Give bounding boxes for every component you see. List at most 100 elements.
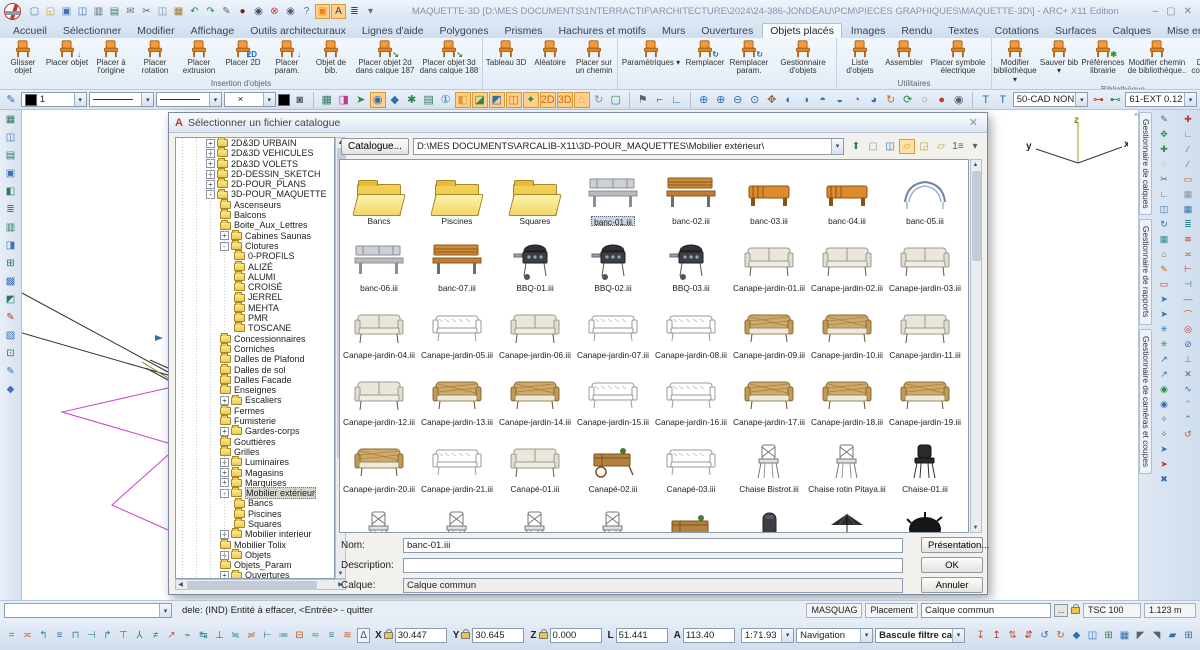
redo-icon[interactable]: ↷ xyxy=(203,4,218,19)
tab-modifier[interactable]: Modifier xyxy=(130,24,181,38)
tree-item-cabines-saunas[interactable]: +Cabines Saunas xyxy=(176,231,334,241)
angle-icon[interactable]: ∟ xyxy=(669,92,685,108)
tableau-3d-button[interactable]: Tableau 3D xyxy=(484,39,528,68)
view-2d-icon[interactable]: 2D xyxy=(540,92,556,108)
highlight-icon[interactable]: ▣ xyxy=(315,4,330,19)
snap-box-icon[interactable]: ⊓ xyxy=(68,627,83,643)
tab-murs[interactable]: Murs xyxy=(655,24,692,38)
catalogue-item-canape-jardin-15-iii[interactable]: Canape-jardin-15.iii xyxy=(574,361,652,428)
cam2-icon[interactable]: ➤ xyxy=(1155,457,1173,471)
fill-color-swatch[interactable] xyxy=(278,94,290,106)
curve-icon[interactable]: ∿ xyxy=(1179,382,1197,396)
snap-list-icon[interactable]: ≡ xyxy=(52,627,67,643)
layer2-icon[interactable]: ◪ xyxy=(472,92,488,108)
catalogue-item-canape-jardin-20-iii[interactable]: Canape-jardin-20.iii xyxy=(340,428,418,495)
text-style-icon[interactable]: T xyxy=(978,92,994,108)
catalogue-item-bancs[interactable]: Bancs xyxy=(340,160,418,227)
catalogue-item-banc-04-iii[interactable]: banc-04.iii xyxy=(808,160,886,227)
snap-icon[interactable]: ✱ xyxy=(404,92,420,108)
nom-input[interactable]: banc-01.iii xyxy=(403,538,903,553)
catalogue-item-banc-07-iii[interactable]: banc-07.iii xyxy=(418,227,496,294)
circle2-icon[interactable]: ◎ xyxy=(1179,322,1197,336)
snap-arrow-icon[interactable]: ↗ xyxy=(164,627,179,643)
corner1-icon[interactable]: ◤ xyxy=(1133,627,1148,643)
angle2-icon[interactable]: ∟ xyxy=(1179,127,1197,141)
view-front-icon[interactable]: ◒ xyxy=(832,92,848,108)
page-icon[interactable]: ▢ xyxy=(608,92,624,108)
snap-left-icon[interactable]: ⊣ xyxy=(84,627,99,643)
tree-item-dalles-facade[interactable]: Dalles Facade xyxy=(176,375,334,385)
catalogue-item-canape-jardin-01-iii[interactable]: Canape-jardin-01.iii xyxy=(730,227,808,294)
tree-item-boite-aux-lettres[interactable]: Boite_Aux_Lettres xyxy=(176,220,334,230)
snap-sim1-icon[interactable]: ≒ xyxy=(228,627,243,643)
cam3-icon[interactable]: ✖ xyxy=(1155,472,1173,486)
rect-icon[interactable]: ▭ xyxy=(1179,172,1197,186)
line-ending-select[interactable]: ×▾ xyxy=(224,92,276,107)
tree-item-objets-param[interactable]: Objets_Param xyxy=(176,560,334,570)
aleatoire-button[interactable]: Aléatoire xyxy=(528,39,572,68)
folder-view-icon[interactable]: ▱ xyxy=(899,139,915,154)
view-left-icon[interactable]: ◐ xyxy=(781,92,797,108)
catalogue-item[interactable] xyxy=(652,495,730,533)
tree-item-mehta[interactable]: MEHTA xyxy=(176,303,334,313)
tree-item-ascenseurs[interactable]: Ascenseurs xyxy=(176,200,334,210)
view-orbit-icon[interactable]: ↻ xyxy=(883,92,899,108)
star-icon[interactable]: ✦ xyxy=(523,92,539,108)
fly2-icon[interactable]: ↗ xyxy=(1155,367,1173,381)
panes-icon[interactable]: ⊞ xyxy=(1181,627,1196,643)
catalogue-item-canape-jardin-02-iii[interactable]: Canape-jardin-02.iii xyxy=(808,227,886,294)
catalogue-item[interactable] xyxy=(340,495,418,533)
snap-waves-icon[interactable]: ≋ xyxy=(340,627,355,643)
table-icon[interactable]: ▤ xyxy=(421,92,437,108)
fence-icon[interactable]: ≣ xyxy=(1179,217,1197,231)
dialog-close-icon[interactable]: ✕ xyxy=(966,116,981,129)
thumbnails-scrollbar[interactable]: ▲ ▼ xyxy=(970,159,982,533)
catalogue-item-canape-jardin-13-iii[interactable]: Canape-jardin-13.iii xyxy=(418,361,496,428)
globe1-icon[interactable]: ◉ xyxy=(1155,382,1173,396)
cursor-icon[interactable]: ➤ xyxy=(353,92,369,108)
cancel-icon[interactable]: ⊗ xyxy=(267,4,282,19)
tree-item-magasins[interactable]: +Magasins xyxy=(176,468,334,478)
copy-icon[interactable]: ◫ xyxy=(155,4,170,19)
cube-icon[interactable]: ◆ xyxy=(387,92,403,108)
tab-textes[interactable]: Textes xyxy=(941,24,985,38)
fly1-icon[interactable]: ↗ xyxy=(1155,352,1173,366)
view-3d-icon[interactable]: 3D xyxy=(557,92,573,108)
edit-icon[interactable]: ✎ xyxy=(1155,112,1173,126)
tree-item-jerrel[interactable]: JERREL xyxy=(176,292,334,302)
calque-input[interactable]: Calque commun xyxy=(403,578,903,593)
l-shape-icon[interactable]: ∟ xyxy=(1155,187,1173,201)
brush-icon[interactable]: ✎ xyxy=(1155,262,1173,276)
catalogue-item-canape-jardin-03-iii[interactable]: Canape-jardin-03.iii xyxy=(886,227,964,294)
placer-extrusion-button[interactable]: Placer extrusion xyxy=(177,39,221,77)
catalogue-item-banc-01-iii[interactable]: banc-01.iii xyxy=(574,160,652,227)
tree-item-pmr[interactable]: PMR xyxy=(176,313,334,323)
masquage-indicator[interactable]: MASQUAG xyxy=(806,603,862,618)
coord-value[interactable]: 30.447 xyxy=(395,628,447,643)
catalogue-item-chaise-rotin-pitaya-iii[interactable]: Chaise rotin Pitaya.iii xyxy=(808,428,886,495)
eye-icon[interactable]: ◉ xyxy=(283,4,298,19)
placer-2d-button[interactable]: 2DPlacer 2D xyxy=(221,39,265,68)
font-icon[interactable]: A xyxy=(331,4,346,19)
align-mid-icon[interactable]: ≍ xyxy=(20,627,35,643)
catalogue-item-canape-jardin-09-iii[interactable]: Canape-jardin-09.iii xyxy=(730,294,808,361)
hatch-icon[interactable]: ▩ xyxy=(2,274,19,289)
tree-item-gouttieres[interactable]: Gouttières xyxy=(176,437,334,447)
catalogue-item-canape-jardin-07-iii[interactable]: Canape-jardin-07.iii xyxy=(574,294,652,361)
walk-up-icon[interactable]: ↥ xyxy=(989,627,1004,643)
sheet-icon[interactable]: ◫ xyxy=(2,130,19,145)
tree-item-0-profils[interactable]: 0-PROFILS xyxy=(176,251,334,261)
placer-symbole-electrique-button[interactable]: Placer symbole électrique xyxy=(926,39,990,77)
home-icon[interactable]: ⌂ xyxy=(574,92,590,108)
tree-item-2d-pour-plans[interactable]: +2D-POUR_PLANS xyxy=(176,179,334,189)
tab-cotations[interactable]: Cotations xyxy=(988,24,1046,38)
catalogue-item-canape-jardin-04-iii[interactable]: Canape-jardin-04.iii xyxy=(340,294,418,361)
tree-item-piscines[interactable]: Piscines xyxy=(176,509,334,519)
assembler-button[interactable]: Assembler xyxy=(882,39,926,68)
tree-horizontal-scrollbar[interactable]: ◀ ▶ xyxy=(175,579,346,590)
group-icon[interactable]: ⌂ xyxy=(1155,247,1173,261)
catalogue-item-canape-jardin-06-iii[interactable]: Canape-jardin-06.iii xyxy=(496,294,574,361)
tree-item-mobilier-interieur[interactable]: +Mobilier interieur xyxy=(176,529,334,539)
target-icon[interactable]: ⊡ xyxy=(2,346,19,361)
tree-item-enseignes[interactable]: Enseignes xyxy=(176,385,334,395)
